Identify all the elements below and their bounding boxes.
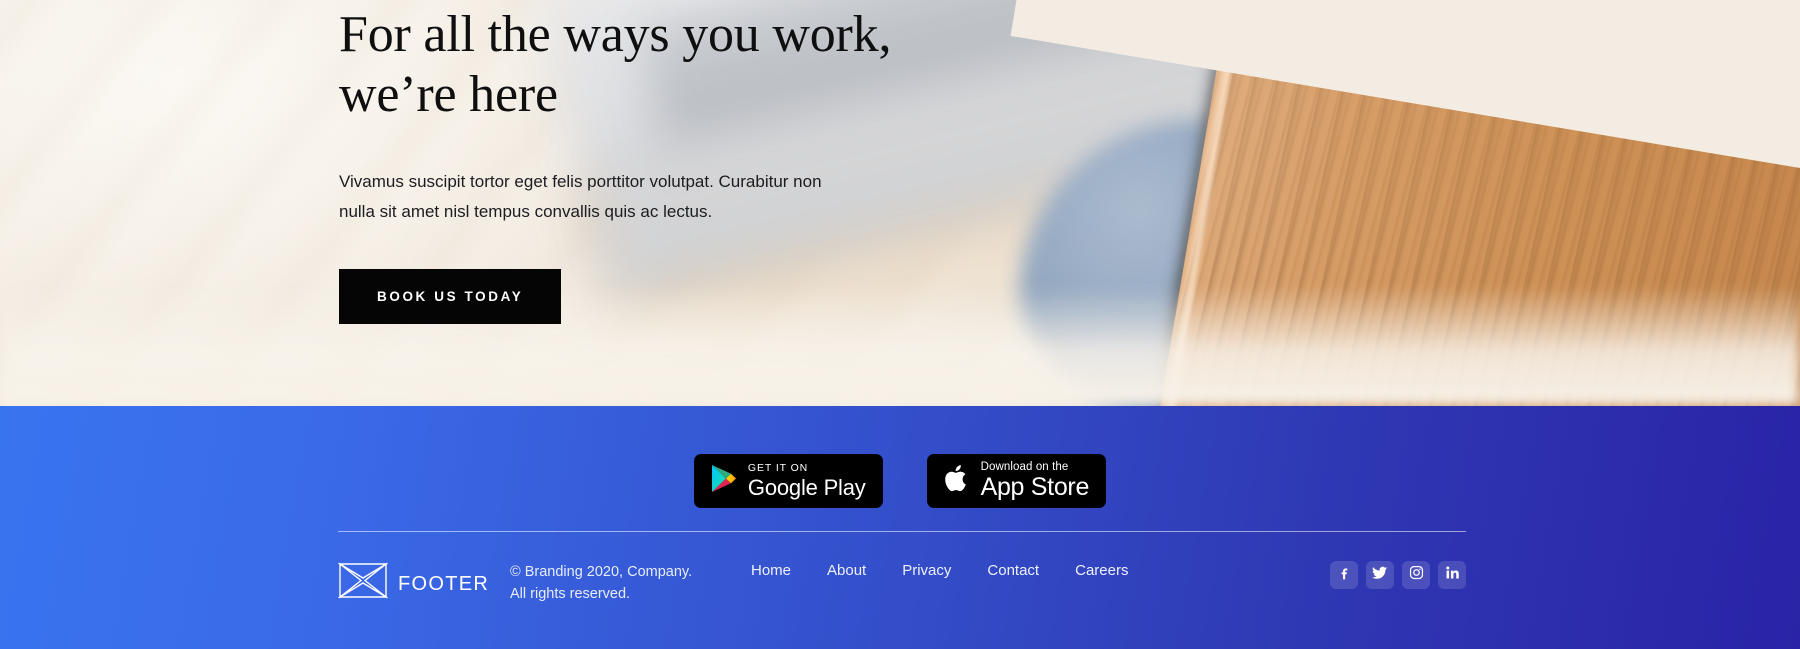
copyright-line-2: All rights reserved. [510, 586, 631, 602]
page-root: For all the ways you work, we’re here Vi… [0, 0, 1800, 649]
google-play-icon [711, 464, 737, 498]
google-play-badge[interactable]: GET IT ON Google Play [693, 454, 883, 508]
footer-link-about[interactable]: About [827, 562, 866, 579]
google-play-badge-title: Google Play [747, 474, 866, 500]
footer-bottom-row: FOOTER © Branding 2020, Company. All rig… [337, 561, 1466, 608]
hero-subtitle: Vivamus suscipit tortor eget felis portt… [339, 172, 822, 221]
footer-copyright: © Branding 2020, Company. All rights res… [510, 561, 725, 605]
footer-divider [338, 531, 1466, 532]
instagram-link[interactable] [1402, 561, 1430, 589]
linkedin-link[interactable] [1438, 561, 1466, 589]
apple-icon [944, 463, 970, 499]
footer-nav: Home About Privacy Contact Careers [751, 561, 1128, 579]
hero-section: For all the ways you work, we’re here Vi… [0, 0, 1800, 406]
butterfly-logo-icon [337, 561, 389, 608]
instagram-icon [1409, 565, 1424, 585]
facebook-icon [1337, 565, 1352, 585]
app-store-badge-title: App Store [980, 473, 1090, 502]
twitter-icon [1372, 565, 1388, 586]
footer-social-links [1330, 561, 1466, 589]
footer-link-careers[interactable]: Careers [1075, 562, 1128, 579]
page-title: For all the ways you work, we’re here [339, 6, 892, 123]
footer-brand[interactable]: FOOTER [337, 561, 490, 608]
google-play-badge-small: GET IT ON [747, 462, 809, 475]
footer-section: GET IT ON Google Play Download on the Ap… [0, 406, 1800, 649]
linkedin-icon [1445, 565, 1460, 585]
facebook-link[interactable] [1330, 561, 1358, 589]
store-badges: GET IT ON Google Play Download on the Ap… [0, 406, 1800, 508]
twitter-link[interactable] [1366, 561, 1394, 589]
book-us-today-button[interactable]: BOOK US TODAY [339, 269, 562, 324]
app-store-badge-small: Download on the [980, 460, 1069, 473]
footer-link-home[interactable]: Home [751, 562, 791, 579]
hero-content: For all the ways you work, we’re here Vi… [339, 0, 959, 324]
footer-brand-name: FOOTER [398, 573, 490, 595]
footer-link-contact[interactable]: Contact [987, 562, 1039, 579]
footer-link-privacy[interactable]: Privacy [902, 562, 951, 579]
copyright-line-1: © Branding 2020, Company. [510, 564, 693, 580]
app-store-badge[interactable]: Download on the App Store [926, 454, 1107, 508]
